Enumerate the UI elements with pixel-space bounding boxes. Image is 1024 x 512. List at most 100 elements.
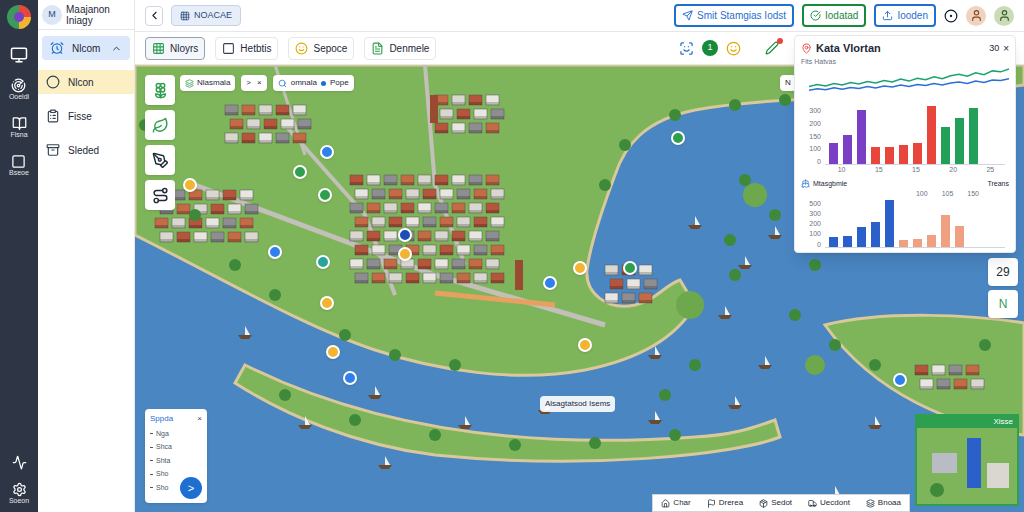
bottom-bar-item[interactable]: Drerea <box>707 497 743 509</box>
zoom-button[interactable]: N <box>988 290 1018 318</box>
building <box>194 232 207 242</box>
bar[interactable] <box>829 237 838 247</box>
bullet <box>150 433 153 434</box>
bar[interactable] <box>913 239 922 247</box>
bar[interactable] <box>899 145 908 164</box>
search-chip[interactable]: omnalaPope <box>273 75 354 91</box>
minimap[interactable]: Xisse <box>915 414 1019 506</box>
bottom-bar-item[interactable]: Uecdont <box>808 497 850 509</box>
user-avatar[interactable] <box>994 6 1014 26</box>
building <box>949 365 962 375</box>
map-tool-button[interactable] <box>145 145 175 175</box>
bottom-bar-item[interactable]: Sedot <box>759 497 792 509</box>
map-pin[interactable] <box>320 296 334 310</box>
zoom-button[interactable]: 29 <box>988 258 1018 286</box>
map-pin[interactable] <box>623 261 637 275</box>
map-pin[interactable] <box>578 338 592 352</box>
avatar[interactable]: M <box>42 5 62 25</box>
chart-close[interactable]: × <box>1003 41 1009 56</box>
bar[interactable] <box>857 227 866 246</box>
map-pin[interactable] <box>326 345 340 359</box>
sidebar-item[interactable]: Bseoe <box>9 154 29 178</box>
map-tool-button[interactable] <box>145 180 175 210</box>
smile-icon[interactable] <box>726 41 741 56</box>
settings-item[interactable]: Soeon <box>9 482 29 506</box>
nav-item[interactable]: Nlcom <box>42 36 130 60</box>
tree <box>729 99 741 111</box>
bar[interactable] <box>927 235 936 247</box>
bar[interactable] <box>843 135 852 164</box>
map-pin[interactable] <box>343 371 357 385</box>
map-pin[interactable] <box>398 247 412 261</box>
map-pin[interactable] <box>671 131 685 145</box>
breadcrumb[interactable]: NOACAE <box>171 5 241 27</box>
legend-item[interactable]: Shca <box>150 442 202 453</box>
bar[interactable] <box>955 118 964 164</box>
top-button[interactable]: Smit Stamgias Iodst <box>674 4 794 27</box>
map-tool-button[interactable] <box>145 110 175 140</box>
nav-item[interactable]: Sleded <box>38 138 134 162</box>
bar[interactable] <box>885 147 894 164</box>
bar[interactable] <box>941 215 950 247</box>
bar[interactable] <box>899 240 908 247</box>
tab[interactable]: Denmele <box>364 37 436 60</box>
close-button[interactable]: × <box>257 77 262 89</box>
pen-tool[interactable] <box>765 41 779 55</box>
count-badge[interactable]: 1 <box>702 40 718 56</box>
tab[interactable]: Sepoce <box>288 37 354 60</box>
bottom-bar-label: Char <box>673 497 690 509</box>
map-pin[interactable] <box>543 276 557 290</box>
sidebar-item[interactable]: Fisna <box>10 116 27 140</box>
legend-item[interactable]: Nga <box>150 429 202 440</box>
map-pin[interactable] <box>316 255 330 269</box>
map-pin[interactable] <box>573 261 587 275</box>
sidebar-item[interactable]: Ooeldi <box>9 78 29 102</box>
logo-icon[interactable] <box>6 4 32 30</box>
map-pin[interactable] <box>268 245 282 259</box>
user-icon <box>970 9 983 22</box>
tab[interactable]: Hetbtis <box>215 37 278 60</box>
legend-item[interactable]: Shta <box>150 456 202 467</box>
legend-action[interactable]: > <box>180 477 202 499</box>
legend-close[interactable]: × <box>197 413 202 425</box>
bar[interactable] <box>871 147 880 164</box>
bar[interactable] <box>941 127 950 164</box>
bottom-bar-item[interactable]: Char <box>661 497 690 509</box>
nav-item[interactable]: Fisse <box>38 104 134 128</box>
bar[interactable] <box>969 108 978 164</box>
map-pin[interactable] <box>398 228 412 242</box>
activity-icon[interactable] <box>12 455 27 470</box>
map-tool-button[interactable] <box>145 75 175 105</box>
map-pin[interactable] <box>893 373 907 387</box>
bar[interactable] <box>857 110 866 164</box>
bar[interactable] <box>829 143 838 164</box>
back-button[interactable] <box>145 6 163 26</box>
status-icon[interactable] <box>944 9 958 23</box>
monitor-icon[interactable] <box>10 46 28 64</box>
tab[interactable]: Nloyrs <box>145 37 205 60</box>
bar[interactable] <box>885 200 894 246</box>
nav-item[interactable]: Nlcon <box>38 70 134 94</box>
bar[interactable] <box>955 226 964 246</box>
bar[interactable] <box>927 106 936 164</box>
bar[interactable] <box>871 222 880 247</box>
map-pin[interactable] <box>293 165 307 179</box>
layer-chip[interactable]: Nlasmala <box>180 75 235 91</box>
bar[interactable] <box>843 236 852 247</box>
map-pin[interactable] <box>320 145 334 159</box>
x-tick: 10 <box>838 165 846 176</box>
face-icon[interactable] <box>679 41 694 56</box>
top-button[interactable]: Iodatad <box>802 4 866 27</box>
bottom-bar-item[interactable]: Bnoaa <box>866 497 901 509</box>
bar[interactable] <box>913 143 922 164</box>
nav-chip[interactable]: >× <box>241 75 266 91</box>
map-pin[interactable] <box>318 188 332 202</box>
next-button[interactable]: > <box>246 77 251 89</box>
boat <box>368 386 382 399</box>
user-avatar[interactable] <box>966 6 986 26</box>
map-pin[interactable] <box>183 178 197 192</box>
tree <box>229 259 241 271</box>
y-tick: 100 <box>805 145 821 152</box>
building <box>966 365 979 375</box>
top-button[interactable]: Iooden <box>874 4 936 27</box>
